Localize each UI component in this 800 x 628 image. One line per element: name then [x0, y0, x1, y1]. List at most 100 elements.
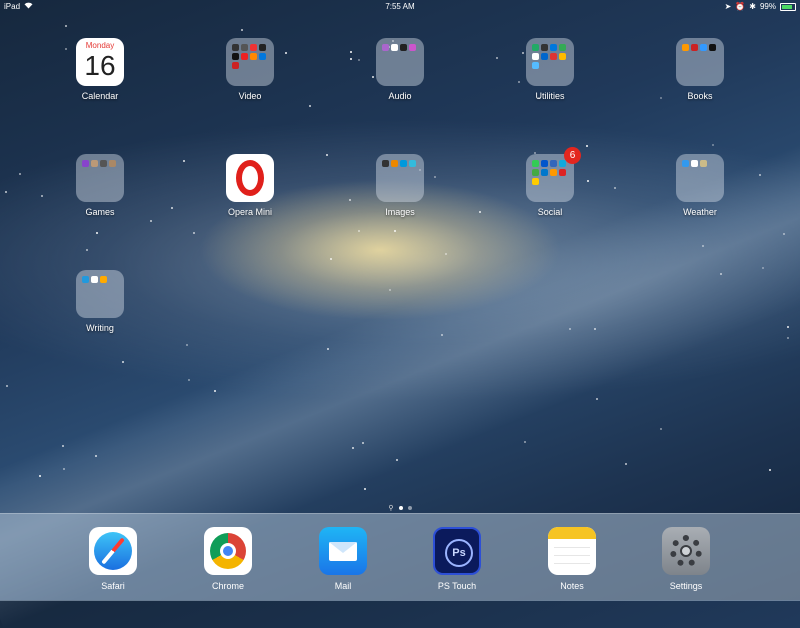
folder-label: Social — [537, 207, 563, 217]
calendar-day-name: Monday — [85, 41, 115, 50]
folder-icon — [226, 38, 274, 86]
safari-icon — [89, 527, 137, 575]
calendar-icon: Monday 16 — [76, 38, 124, 86]
battery-icon — [780, 2, 796, 11]
opera-icon — [226, 154, 274, 202]
folder-weather[interactable]: Weather — [655, 154, 745, 217]
star — [352, 447, 354, 449]
star — [62, 445, 64, 447]
star — [596, 398, 598, 400]
star — [6, 385, 8, 387]
dock-item-chrome[interactable]: Chrome — [188, 527, 268, 591]
folder-icon — [676, 38, 724, 86]
star — [362, 442, 364, 444]
notes-icon — [548, 527, 596, 575]
star — [720, 273, 722, 275]
dock-label: Notes — [560, 581, 584, 591]
status-bar: iPad 7:55 AM ➤ ⏰ ✱ 99% — [0, 0, 800, 13]
chrome-icon — [204, 527, 252, 575]
star — [309, 105, 311, 107]
folder-writing[interactable]: Writing — [55, 270, 145, 333]
star — [330, 258, 332, 260]
calendar-day-number: 16 — [84, 50, 116, 81]
folder-books[interactable]: Books — [655, 38, 745, 101]
folder-label: Utilities — [535, 91, 565, 101]
star — [193, 232, 195, 234]
folder-images[interactable]: Images — [355, 154, 445, 217]
dock-item-mail[interactable]: Mail — [303, 527, 383, 591]
star — [660, 428, 662, 430]
dock-label: Settings — [669, 581, 703, 591]
folder-games[interactable]: Games — [55, 154, 145, 217]
ps-glyph: Ps — [445, 539, 473, 567]
star — [787, 326, 789, 328]
star — [787, 337, 789, 339]
star — [5, 191, 7, 193]
star — [396, 459, 398, 461]
star — [759, 174, 761, 176]
folder-icon — [376, 38, 424, 86]
folder-label: Weather — [683, 207, 717, 217]
folder-label: Games — [85, 207, 115, 217]
folder-label: Images — [385, 207, 415, 217]
star — [712, 144, 714, 146]
folder-label: Writing — [86, 323, 114, 333]
folder-icon — [376, 154, 424, 202]
dock-label: PS Touch — [437, 581, 477, 591]
dock-item-ps-touch[interactable]: Ps PS Touch — [417, 527, 497, 591]
folder-utilities[interactable]: Utilities — [505, 38, 595, 101]
notification-badge: 6 — [564, 147, 581, 164]
star — [445, 253, 447, 255]
star — [769, 469, 771, 471]
dock-label: Mail — [334, 581, 352, 591]
star — [349, 199, 351, 201]
page-indicator[interactable]: ⚲ — [0, 504, 800, 512]
star — [186, 344, 188, 346]
star — [241, 29, 243, 31]
dock-label: Safari — [101, 581, 125, 591]
dock-label: Chrome — [211, 581, 244, 591]
page-dot — [407, 506, 412, 510]
star — [614, 187, 616, 189]
star — [188, 379, 190, 381]
settings-icon — [662, 527, 710, 575]
folder-icon — [676, 154, 724, 202]
folder-social[interactable]: 6 Social — [505, 147, 595, 217]
star — [524, 441, 526, 443]
folder-audio[interactable]: Audio — [355, 38, 445, 101]
star — [214, 390, 216, 392]
star — [479, 211, 481, 213]
folder-icon: 6 — [526, 147, 581, 202]
folder-video[interactable]: Video — [205, 38, 295, 101]
star — [625, 463, 627, 465]
star — [326, 154, 328, 156]
star — [86, 249, 88, 251]
star — [41, 195, 43, 197]
star — [569, 328, 571, 330]
page-dot — [398, 506, 403, 510]
star — [150, 220, 152, 222]
folder-label: Audio — [388, 91, 412, 101]
star — [594, 328, 596, 330]
dock: Safari Chrome Mail Ps PS Touch Notes Set… — [0, 513, 800, 601]
star — [327, 348, 329, 350]
dock-item-safari[interactable]: Safari — [73, 527, 153, 591]
mail-icon — [319, 527, 367, 575]
star — [762, 267, 764, 269]
dock-item-settings[interactable]: Settings — [646, 527, 726, 591]
star — [171, 207, 173, 209]
folder-label: Video — [238, 91, 262, 101]
status-time: 7:55 AM — [385, 2, 415, 11]
star — [122, 361, 124, 363]
app-calendar[interactable]: Monday 16 Calendar — [55, 38, 145, 101]
star — [702, 245, 704, 247]
star — [586, 145, 588, 147]
app-label: Opera Mini — [227, 207, 272, 217]
star — [19, 173, 21, 175]
app-opera-mini[interactable]: Opera Mini — [205, 154, 295, 217]
app-label: Calendar — [81, 91, 119, 101]
ps-touch-icon: Ps — [433, 527, 481, 575]
spotlight-search-icon: ⚲ — [388, 505, 394, 512]
folder-icon — [76, 270, 124, 318]
dock-item-notes[interactable]: Notes — [532, 527, 612, 591]
